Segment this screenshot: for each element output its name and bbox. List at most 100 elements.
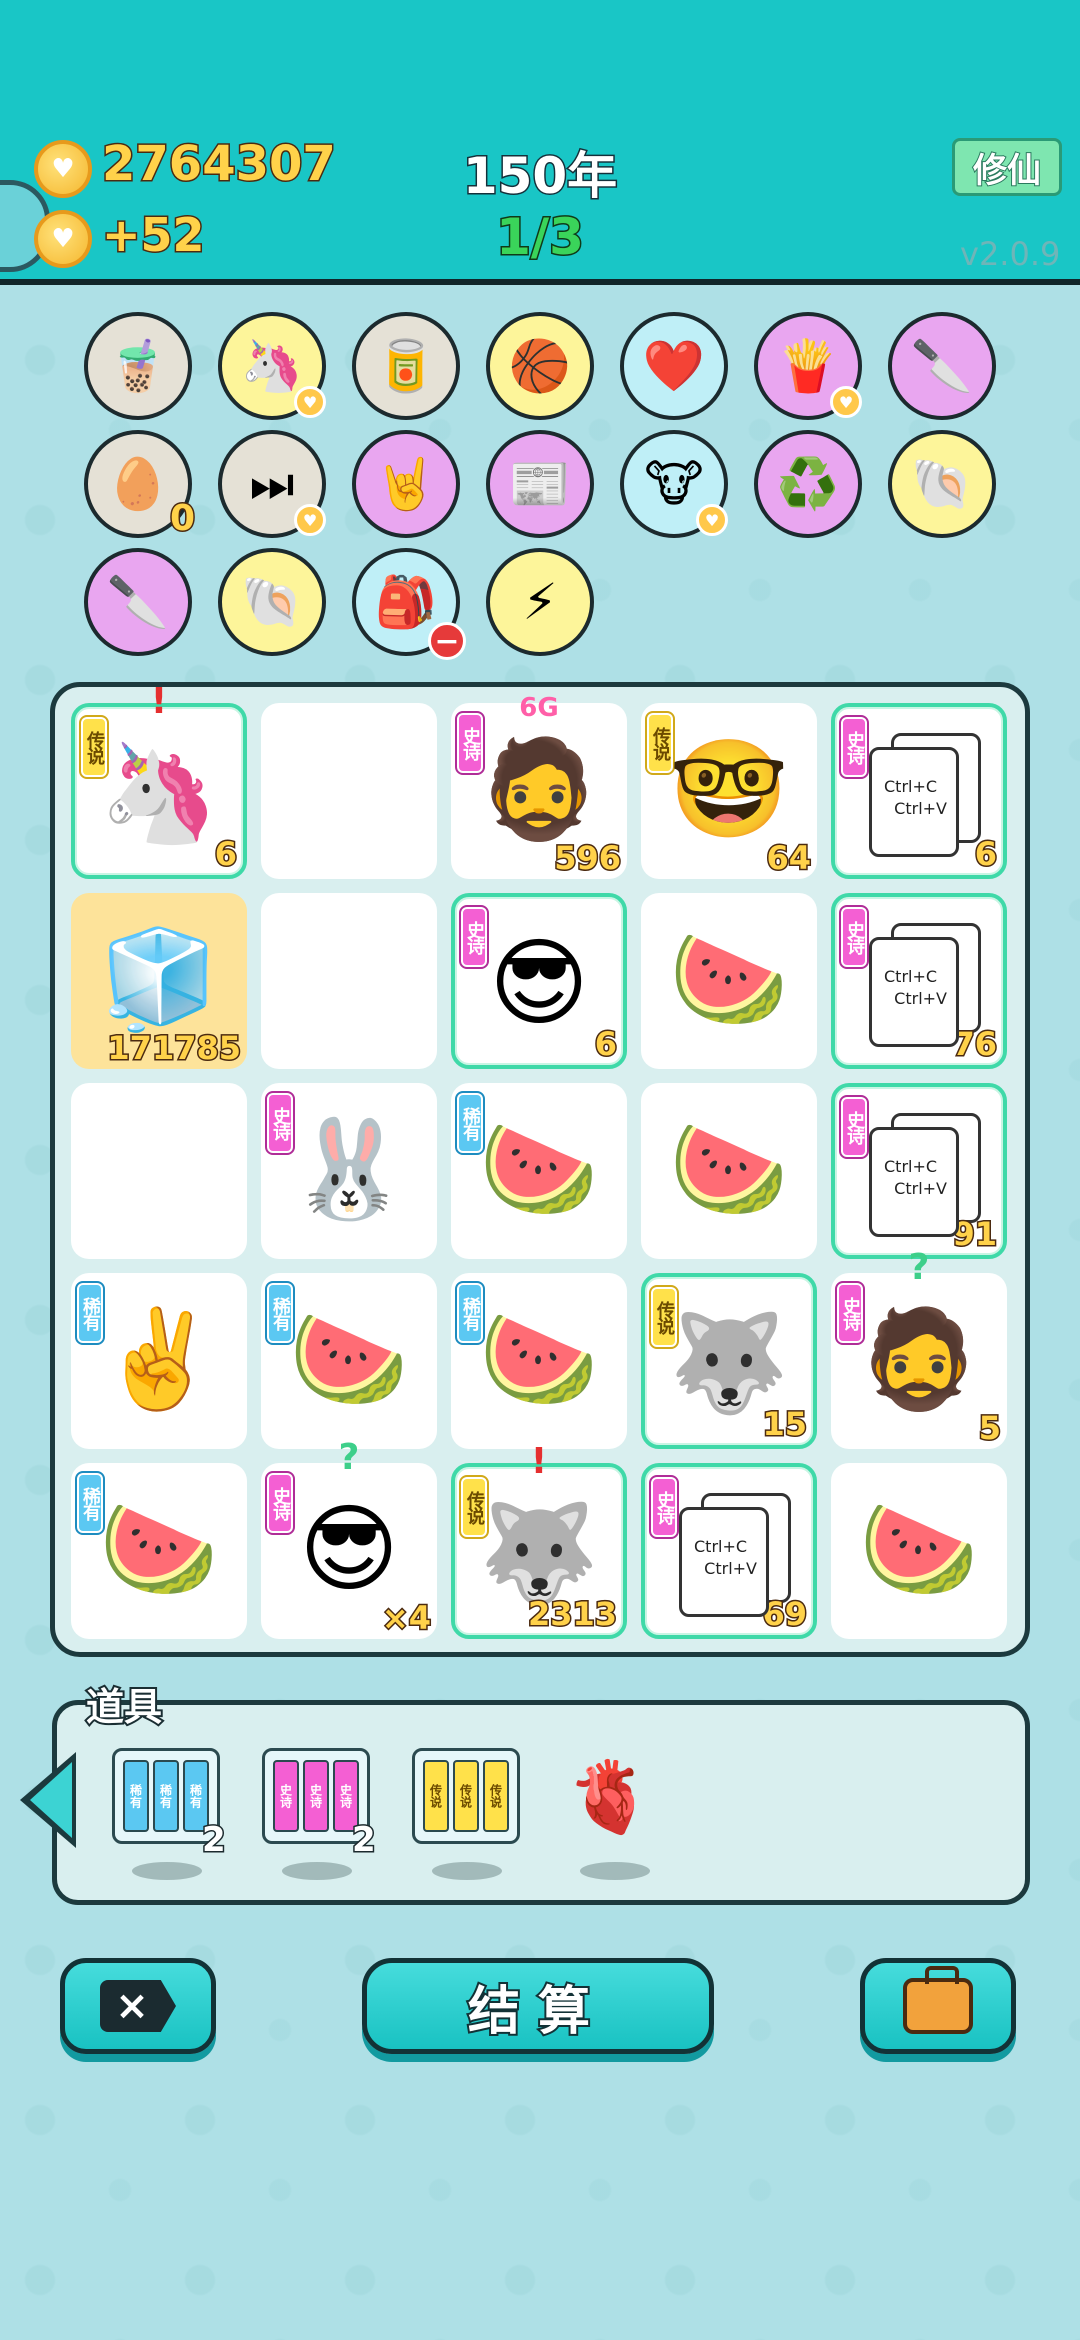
unicorn-icon: 🦄: [240, 336, 304, 395]
copy-text: Ctrl+C: [884, 777, 938, 796]
tool-shadow: [580, 1862, 650, 1880]
pack-slot: 史诗: [273, 1760, 299, 1832]
board-cell[interactable]: 史诗 Ctrl+C Ctrl+V 69: [641, 1463, 817, 1639]
board-cell[interactable]: 稀有 🍉: [451, 1273, 627, 1449]
coin-gain: +52: [101, 207, 207, 264]
paste-text: Ctrl+V: [884, 989, 947, 1008]
relic-fries[interactable]: 🍟 ♥: [754, 312, 862, 420]
board-cell[interactable]: 史诗 Ctrl+C Ctrl+V 6: [831, 703, 1007, 879]
pack-slot: 稀有: [123, 1760, 149, 1832]
symbol-icon: ✌️: [99, 1303, 219, 1415]
symbol-icon: 🍉: [669, 1113, 789, 1225]
recycle-icon: ♻️: [776, 454, 840, 513]
relic-cleaver[interactable]: 🔪: [84, 548, 192, 656]
board-cell[interactable]: 史诗 🧔 5?: [831, 1247, 1007, 1449]
board-cell[interactable]: 史诗 😎 ×4?: [261, 1437, 437, 1639]
chevron-left-icon[interactable]: [30, 1762, 72, 1838]
copy-paste-card: Ctrl+C Ctrl+V: [869, 747, 959, 857]
copy-text: Ctrl+C: [884, 967, 938, 986]
symbol-icon: 🍉: [859, 1493, 979, 1605]
pack-slot: 史诗: [303, 1760, 329, 1832]
rarity-tag: 史诗: [839, 715, 869, 779]
symbol-value: 5: [977, 1408, 1002, 1449]
relic-shell[interactable]: 🐚: [888, 430, 996, 538]
symbol-value: 2313: [526, 1594, 618, 1635]
board-cell[interactable]: 🍉: [641, 1083, 817, 1259]
board-cell[interactable]: [261, 703, 437, 879]
question-mark-icon: ?: [908, 1247, 930, 1288]
board-cell[interactable]: 🧊 171785: [71, 893, 247, 1069]
board-cell[interactable]: 史诗 🐰: [261, 1083, 437, 1259]
symbol-icon: 🦄: [99, 737, 219, 849]
pack-slot: 传说: [453, 1760, 479, 1832]
relic-cow-people[interactable]: 🐮 ♥: [620, 430, 728, 538]
relic-basketballs[interactable]: 🏀: [486, 312, 594, 420]
board-cell[interactable]: [71, 1083, 247, 1259]
copy-text: Ctrl+C: [884, 1157, 938, 1176]
cow-people-icon: 🐮: [644, 455, 704, 513]
relic-skip[interactable]: ⏭ ♥: [218, 430, 326, 538]
rock-hand-icon: 🤘: [374, 454, 438, 513]
board-cell[interactable]: 传说 🐺 2313!: [451, 1441, 627, 1639]
settle-button[interactable]: 结算: [362, 1958, 714, 2054]
board-cell[interactable]: 传说 🦄 6!: [71, 681, 247, 879]
board-cell[interactable]: 稀有 ✌️: [71, 1273, 247, 1449]
delete-button[interactable]: ×: [60, 1958, 216, 2054]
legend-card-pack[interactable]: 传说 传说 传说: [412, 1748, 520, 1844]
relic-rock-hand[interactable]: 🤘: [352, 430, 460, 538]
backpack-button[interactable]: [860, 1958, 1016, 2054]
board-cell[interactable]: 稀有 🍉: [261, 1273, 437, 1449]
heart-badge-icon: ♥: [696, 504, 728, 536]
relic-cleaver[interactable]: 🔪: [888, 312, 996, 420]
board-cell[interactable]: 稀有 🍉: [71, 1463, 247, 1639]
minus-badge-icon[interactable]: −: [428, 622, 466, 660]
egg-tray-icon: 🥚: [106, 454, 170, 513]
relic-sack[interactable]: 🎒 −: [352, 548, 466, 660]
relic-shell[interactable]: 🐚: [218, 548, 326, 656]
board-cell[interactable]: 稀有 🍉: [451, 1083, 627, 1259]
year-counter: 150年: [461, 146, 618, 207]
liver-icon[interactable]: 🫀: [566, 1756, 653, 1839]
question-mark-icon: ?: [338, 1437, 360, 1478]
relic-count: 0: [168, 497, 196, 541]
copy-paste-card: Ctrl+C Ctrl+V: [679, 1507, 769, 1617]
symbol-icon: 🐺: [479, 1497, 599, 1609]
symbol-icon: 😎: [298, 1493, 400, 1605]
relic-pet-food[interactable]: 🥫: [352, 312, 460, 420]
symbol-value: 596: [553, 838, 623, 879]
shell-icon: 🐚: [240, 572, 304, 631]
board-cell[interactable]: 史诗 Ctrl+C Ctrl+V 76: [831, 893, 1007, 1069]
board-cell[interactable]: 🍉: [831, 1463, 1007, 1639]
board-cell[interactable]: 传说 🤓 64: [641, 703, 817, 879]
board-cell[interactable]: 史诗 🧔 596 6G: [451, 693, 627, 879]
relic-blood-bag[interactable]: ❤️: [620, 312, 728, 420]
symbol-value: 76: [951, 1024, 999, 1065]
relic-time-magazine[interactable]: 📰: [486, 430, 594, 538]
symbol-icon: 🤓: [669, 733, 789, 845]
pack-slot: 传说: [423, 1760, 449, 1832]
board-cell[interactable]: 🍉: [641, 893, 817, 1069]
relic-lightning[interactable]: ⚡: [486, 548, 594, 656]
copy-paste-card: Ctrl+C Ctrl+V: [869, 937, 959, 1047]
time-magazine-icon: 📰: [508, 454, 572, 513]
paste-text: Ctrl+V: [694, 1559, 757, 1578]
relic-recycle[interactable]: ♻️: [754, 430, 862, 538]
relic-bubble-tea[interactable]: 🧋: [84, 312, 192, 420]
relic-unicorn[interactable]: 🦄 ♥: [218, 312, 326, 420]
board-cell[interactable]: 传说 🐺 15: [641, 1273, 817, 1449]
symbol-value: 6: [593, 1024, 618, 1065]
tool-shadow: [282, 1862, 352, 1880]
board-cell[interactable]: [261, 893, 437, 1069]
symbol-icon: 🍉: [289, 1303, 409, 1415]
tool-count: 2: [351, 1819, 378, 1862]
board-cell[interactable]: 史诗 Ctrl+C Ctrl+V 91: [831, 1083, 1007, 1259]
heart-badge-icon: ♥: [294, 504, 326, 536]
symbol-icon: 🧔: [859, 1303, 979, 1415]
symbol-value: ×4: [380, 1598, 432, 1639]
cultivation-mode-button[interactable]: 修仙: [952, 138, 1062, 196]
shell-icon: 🐚: [910, 454, 974, 513]
copy-paste-card: Ctrl+C Ctrl+V: [869, 1127, 959, 1237]
board-cell[interactable]: 史诗 😎 6: [451, 893, 627, 1069]
pack-slot: 稀有: [153, 1760, 179, 1832]
symbol-value: 171785: [106, 1028, 243, 1069]
